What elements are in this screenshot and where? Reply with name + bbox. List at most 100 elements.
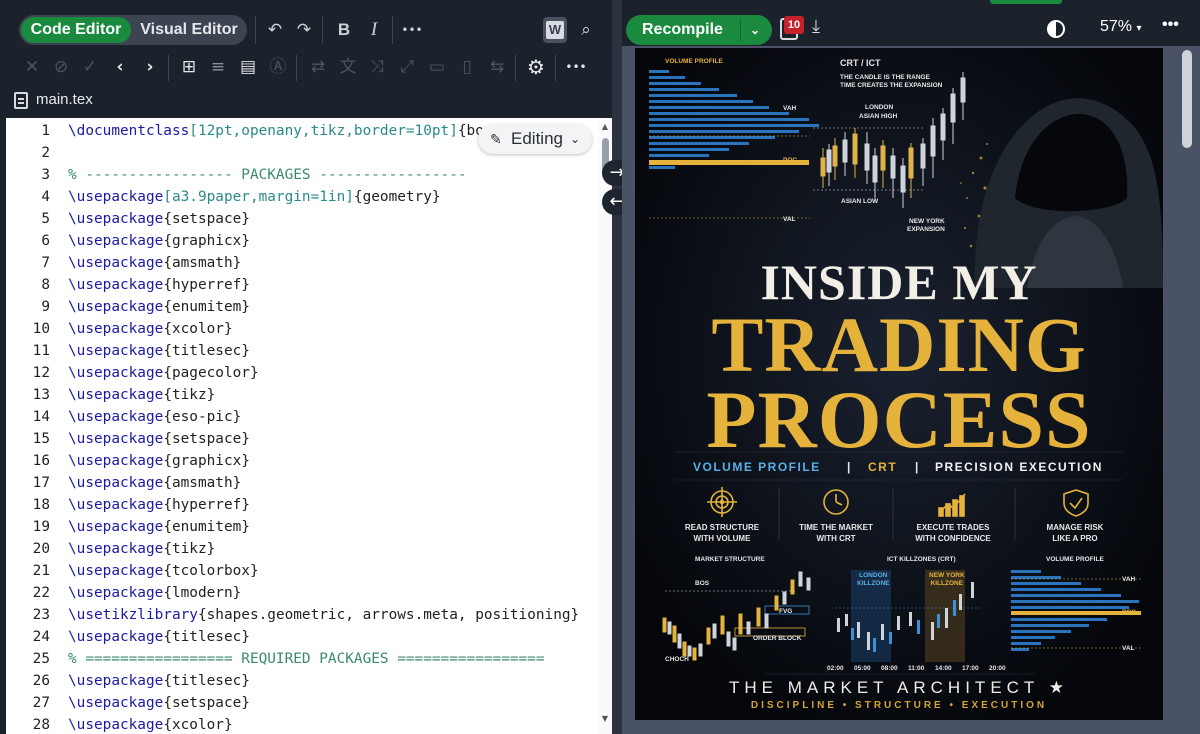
file-icon (14, 92, 28, 109)
undo-icon[interactable]: ↶ (262, 15, 288, 45)
poster-london-label: LONDON (865, 104, 894, 111)
italic-button[interactable]: I (361, 15, 387, 45)
code-line[interactable]: 19 \usepackage{enumitem} (6, 516, 598, 538)
zoom-level[interactable]: 57% ▾ (1100, 18, 1142, 36)
code-line[interactable]: 20 \usepackage{tikz} (6, 538, 598, 560)
pdf-scrollbar-thumb[interactable] (1182, 50, 1192, 148)
download-icon[interactable]: ⤓ (812, 16, 820, 37)
clipboard-icon[interactable]: ▭ (424, 52, 450, 82)
code-line[interactable]: 17 \usepackage{amsmath} (6, 472, 598, 494)
line-number: 19 (32, 519, 50, 535)
next-change-icon[interactable]: › (137, 52, 163, 82)
bold-button[interactable]: B (331, 15, 357, 45)
code-line[interactable]: 3 % ----------------- PACKAGES ----------… (6, 164, 598, 186)
poster-london-killzone-label: LONDON KILLZONE (857, 572, 890, 587)
line-number: 23 (32, 607, 50, 623)
preview-more-button[interactable]: ••• (1162, 16, 1179, 34)
poster-volume-profile-bottom-label: VOLUME PROFILE (1046, 556, 1104, 563)
code-line[interactable]: 21 \usepackage{tcolorbox} (6, 560, 598, 582)
code-line[interactable]: 12 \usepackage{pagecolor} (6, 362, 598, 384)
code-token-cmd: \usepackage (68, 453, 164, 469)
pane-divider[interactable] (612, 0, 622, 734)
previous-change-icon[interactable]: ‹ (107, 52, 133, 82)
scroll-down-arrow-icon[interactable]: ▼ (600, 714, 610, 723)
poster-time-label: 05:00 (854, 665, 871, 672)
poster-choch-label: CHOCH (665, 656, 689, 663)
code-token-arg: {enumitem} (163, 519, 250, 535)
poster-expansion-label: EXPANSION (907, 226, 945, 233)
code-line[interactable]: 13 \usepackage{tikz} (6, 384, 598, 406)
code-line[interactable]: 8 \usepackage{hyperref} (6, 274, 598, 296)
code-token-arg: {enumitem} (163, 299, 250, 315)
code-token-cmd: \usepackage (68, 365, 164, 381)
code-line[interactable]: 28 \usepackage{xcolor} (6, 714, 598, 734)
poster-vah-label: VAH (783, 105, 797, 112)
code-line[interactable]: 11 \usepackage{titlesec} (6, 340, 598, 362)
more-formatting-button[interactable]: ••• (399, 15, 425, 45)
code-line[interactable]: 7 \usepackage{amsmath} (6, 252, 598, 274)
redo-icon[interactable]: ↷ (291, 15, 317, 45)
expand-icon[interactable]: ⤢ (394, 52, 420, 82)
line-code: \usepackage{titlesec} (68, 340, 250, 362)
gear-icon[interactable]: ⚙ (523, 52, 549, 82)
poster-asian-high-label: ASIAN HIGH (859, 113, 898, 120)
recompile-button[interactable]: Recompile ⌄ (626, 15, 772, 45)
code-line[interactable]: 15 \usepackage{setspace} (6, 428, 598, 450)
file-tab[interactable]: main.tex (0, 88, 612, 114)
code-line[interactable]: 26 \usepackage{titlesec} (6, 670, 598, 692)
poster-asian-low-label: ASIAN LOW (841, 198, 879, 205)
pdf-page[interactable]: VOLUME PROFILE VAH POC VAL CRT / ICT THE… (635, 48, 1163, 720)
reject-change-icon[interactable]: ✕ (19, 52, 45, 82)
file-icon[interactable]: ▯ (454, 52, 480, 82)
poster-sub-volume-profile: VOLUME PROFILE (693, 460, 821, 474)
format-icon[interactable]: ⇄ (305, 52, 331, 82)
code-line[interactable]: 24 \usepackage{titlesec} (6, 626, 598, 648)
code-token-arg: {setspace} (163, 211, 250, 227)
code-line[interactable]: 18 \usepackage{hyperref} (6, 494, 598, 516)
line-code: \usepackage{titlesec} (68, 670, 250, 692)
search-icon[interactable]: ⌕ (573, 15, 599, 45)
code-line[interactable]: 23 \usetikzlibrary{shapes.geometric, arro… (6, 604, 598, 626)
code-line[interactable]: 22 \usepackage{lmodern} (6, 582, 598, 604)
code-line[interactable]: 10 \usepackage{xcolor} (6, 318, 598, 340)
translate-icon[interactable]: 文 (335, 52, 361, 82)
code-line[interactable]: 27 \usepackage{setspace} (6, 692, 598, 714)
poster-sub-separator: | (915, 460, 920, 474)
poster-ny-killzone-label: NEW YORK KILLZONE (929, 572, 965, 587)
block-icon[interactable]: ⊘ (48, 52, 74, 82)
shuffle-icon[interactable]: ⤨ (364, 52, 390, 82)
line-code: \usepackage{tikz} (68, 538, 215, 560)
editor-mode-toggle[interactable]: Code Editor Visual Editor (19, 15, 247, 45)
logs-count-badge: 10 (784, 16, 804, 34)
code-line[interactable]: 9 \usepackage{enumitem} (6, 296, 598, 318)
preview-toolbar: Recompile ⌄ 10 ⤓ 57% ▾ ••• (622, 0, 1200, 46)
code-line[interactable]: 14 \usepackage{eso-pic} (6, 406, 598, 428)
editor-toolbar-primary: Code Editor Visual Editor ↶ ↷ B I ••• W … (0, 8, 612, 52)
reference-icon[interactable]: Ⓐ (265, 52, 291, 82)
line-code: \usepackage{lmodern} (68, 582, 241, 604)
chevron-down-icon[interactable]: ⌄ (750, 15, 760, 45)
code-line[interactable]: 4 \usepackage[a3.9paper,margin=1in]{geome… (6, 186, 598, 208)
editing-mode-dropdown[interactable]: ✎ Editing ⌄ (478, 124, 592, 154)
accept-change-icon[interactable]: ✓ (77, 52, 103, 82)
line-code: \usepackage{amsmath} (68, 252, 241, 274)
code-line[interactable]: 25 % ================= REQUIRED PACKAGES … (6, 648, 598, 670)
contrast-icon[interactable] (1047, 20, 1065, 38)
code-line[interactable]: 5 \usepackage{setspace} (6, 208, 598, 230)
code-editor[interactable]: 1 \documentclass[12pt,openany,tikz,border… (6, 118, 612, 734)
spellcheck-icon: W (546, 21, 564, 39)
visual-editor-tab[interactable]: Visual Editor (133, 17, 245, 43)
track-changes-icon[interactable]: ≡ (205, 52, 231, 82)
swap-icon[interactable]: ⇆ (484, 52, 510, 82)
code-token-cmd: \usepackage (68, 387, 164, 403)
upgrade-button-edge[interactable] (990, 0, 1062, 4)
scroll-up-arrow-icon[interactable]: ▲ (600, 122, 610, 131)
spellcheck-toggle[interactable]: W (543, 17, 567, 43)
code-line[interactable]: 6 \usepackage{graphicx} (6, 230, 598, 252)
code-editor-tab[interactable]: Code Editor (21, 17, 131, 43)
document-icon[interactable]: ▤ (235, 52, 261, 82)
ai-assistant-icon[interactable]: ⊞ (176, 52, 202, 82)
more-options-button[interactable]: ••• (563, 52, 589, 82)
code-token-cmd: \usepackage (68, 409, 164, 425)
code-line[interactable]: 16 \usepackage{graphicx} (6, 450, 598, 472)
